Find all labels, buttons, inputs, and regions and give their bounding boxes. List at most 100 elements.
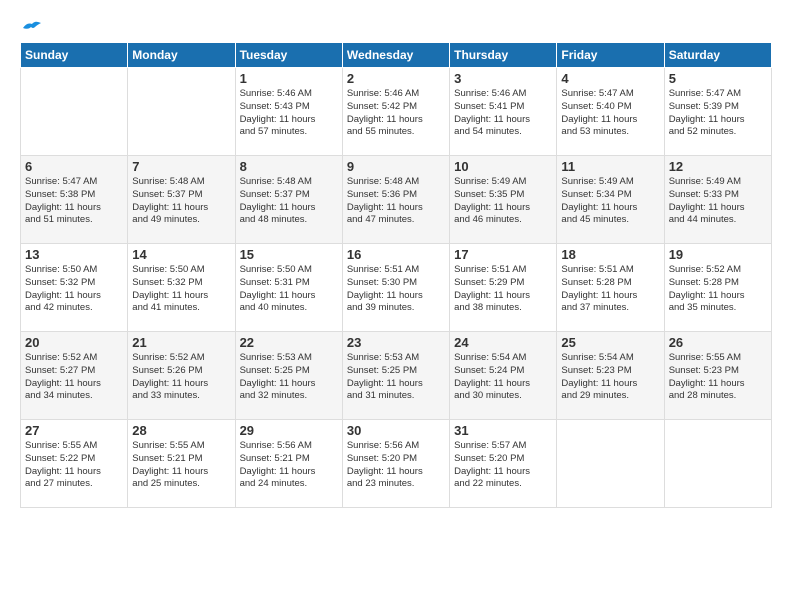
calendar-header-row: SundayMondayTuesdayWednesdayThursdayFrid… — [21, 43, 772, 68]
cell-info: Sunrise: 5:54 AMSunset: 5:24 PMDaylight:… — [454, 352, 552, 403]
calendar-cell: 7 Sunrise: 5:48 AMSunset: 5:37 PMDaylight… — [128, 156, 235, 244]
calendar-cell: 13 Sunrise: 5:50 AMSunset: 5:32 PMDayligh… — [21, 244, 128, 332]
day-number: 3 — [454, 71, 552, 86]
day-number: 31 — [454, 423, 552, 438]
day-number: 7 — [132, 159, 230, 174]
cell-info: Sunrise: 5:47 AMSunset: 5:40 PMDaylight:… — [561, 88, 659, 139]
header — [20, 18, 772, 32]
cell-info: Sunrise: 5:49 AMSunset: 5:33 PMDaylight:… — [669, 176, 767, 227]
calendar-cell: 2 Sunrise: 5:46 AMSunset: 5:42 PMDaylight… — [342, 68, 449, 156]
day-number: 12 — [669, 159, 767, 174]
day-number: 30 — [347, 423, 445, 438]
col-header-sunday: Sunday — [21, 43, 128, 68]
day-number: 22 — [240, 335, 338, 350]
day-number: 21 — [132, 335, 230, 350]
calendar-cell: 14 Sunrise: 5:50 AMSunset: 5:32 PMDayligh… — [128, 244, 235, 332]
cell-info: Sunrise: 5:49 AMSunset: 5:35 PMDaylight:… — [454, 176, 552, 227]
day-number: 15 — [240, 247, 338, 262]
day-number: 28 — [132, 423, 230, 438]
cell-info: Sunrise: 5:47 AMSunset: 5:38 PMDaylight:… — [25, 176, 123, 227]
calendar-cell: 21Sunrise: 5:52 AMSunset: 5:26 PMDayligh… — [128, 332, 235, 420]
cell-info: Sunrise: 5:56 AMSunset: 5:21 PMDaylight:… — [240, 440, 338, 491]
logo — [20, 18, 43, 32]
day-number: 25 — [561, 335, 659, 350]
calendar-cell: 10 Sunrise: 5:49 AMSunset: 5:35 PMDayligh… — [450, 156, 557, 244]
calendar-week-row: 13 Sunrise: 5:50 AMSunset: 5:32 PMDayligh… — [21, 244, 772, 332]
calendar-cell: 3 Sunrise: 5:46 AMSunset: 5:41 PMDaylight… — [450, 68, 557, 156]
calendar-cell: 1 Sunrise: 5:46 AMSunset: 5:43 PMDaylight… — [235, 68, 342, 156]
cell-info: Sunrise: 5:50 AMSunset: 5:32 PMDaylight:… — [132, 264, 230, 315]
day-number: 14 — [132, 247, 230, 262]
day-number: 11 — [561, 159, 659, 174]
day-number: 10 — [454, 159, 552, 174]
day-number: 5 — [669, 71, 767, 86]
col-header-friday: Friday — [557, 43, 664, 68]
day-number: 6 — [25, 159, 123, 174]
calendar: SundayMondayTuesdayWednesdayThursdayFrid… — [20, 42, 772, 508]
cell-info: Sunrise: 5:46 AMSunset: 5:41 PMDaylight:… — [454, 88, 552, 139]
cell-info: Sunrise: 5:50 AMSunset: 5:32 PMDaylight:… — [25, 264, 123, 315]
cell-info: Sunrise: 5:49 AMSunset: 5:34 PMDaylight:… — [561, 176, 659, 227]
col-header-saturday: Saturday — [664, 43, 771, 68]
calendar-week-row: 20 Sunrise: 5:52 AMSunset: 5:27 PMDayligh… — [21, 332, 772, 420]
day-number: 4 — [561, 71, 659, 86]
calendar-cell: 11 Sunrise: 5:49 AMSunset: 5:34 PMDayligh… — [557, 156, 664, 244]
cell-info: Sunrise: 5:54 AMSunset: 5:23 PMDaylight:… — [561, 352, 659, 403]
calendar-cell: 8 Sunrise: 5:48 AMSunset: 5:37 PMDaylight… — [235, 156, 342, 244]
calendar-cell: 23Sunrise: 5:53 AMSunset: 5:25 PMDayligh… — [342, 332, 449, 420]
calendar-cell — [557, 420, 664, 508]
calendar-cell: 31 Sunrise: 5:57 AMSunset: 5:20 PMDayligh… — [450, 420, 557, 508]
cell-info: Sunrise: 5:55 AMSunset: 5:21 PMDaylight:… — [132, 440, 230, 491]
calendar-cell — [128, 68, 235, 156]
cell-info: Sunrise: 5:52 AMSunset: 5:27 PMDaylight:… — [25, 352, 123, 403]
calendar-cell: 17Sunrise: 5:51 AMSunset: 5:29 PMDayligh… — [450, 244, 557, 332]
day-number: 27 — [25, 423, 123, 438]
cell-info: Sunrise: 5:51 AMSunset: 5:29 PMDaylight:… — [454, 264, 552, 315]
page: SundayMondayTuesdayWednesdayThursdayFrid… — [0, 0, 792, 520]
calendar-cell: 30 Sunrise: 5:56 AMSunset: 5:20 PMDayligh… — [342, 420, 449, 508]
day-number: 8 — [240, 159, 338, 174]
day-number: 24 — [454, 335, 552, 350]
col-header-tuesday: Tuesday — [235, 43, 342, 68]
day-number: 1 — [240, 71, 338, 86]
cell-info: Sunrise: 5:46 AMSunset: 5:43 PMDaylight:… — [240, 88, 338, 139]
calendar-cell: 16 Sunrise: 5:51 AMSunset: 5:30 PMDayligh… — [342, 244, 449, 332]
cell-info: Sunrise: 5:56 AMSunset: 5:20 PMDaylight:… — [347, 440, 445, 491]
cell-info: Sunrise: 5:57 AMSunset: 5:20 PMDaylight:… — [454, 440, 552, 491]
calendar-week-row: 27 Sunrise: 5:55 AMSunset: 5:22 PMDayligh… — [21, 420, 772, 508]
calendar-week-row: 1 Sunrise: 5:46 AMSunset: 5:43 PMDaylight… — [21, 68, 772, 156]
cell-info: Sunrise: 5:46 AMSunset: 5:42 PMDaylight:… — [347, 88, 445, 139]
calendar-week-row: 6 Sunrise: 5:47 AMSunset: 5:38 PMDaylight… — [21, 156, 772, 244]
cell-info: Sunrise: 5:51 AMSunset: 5:30 PMDaylight:… — [347, 264, 445, 315]
calendar-cell: 27 Sunrise: 5:55 AMSunset: 5:22 PMDayligh… — [21, 420, 128, 508]
calendar-cell: 5 Sunrise: 5:47 AMSunset: 5:39 PMDaylight… — [664, 68, 771, 156]
day-number: 26 — [669, 335, 767, 350]
col-header-wednesday: Wednesday — [342, 43, 449, 68]
calendar-cell — [664, 420, 771, 508]
day-number: 2 — [347, 71, 445, 86]
cell-info: Sunrise: 5:51 AMSunset: 5:28 PMDaylight:… — [561, 264, 659, 315]
cell-info: Sunrise: 5:55 AMSunset: 5:22 PMDaylight:… — [25, 440, 123, 491]
calendar-cell: 12 Sunrise: 5:49 AMSunset: 5:33 PMDayligh… — [664, 156, 771, 244]
day-number: 16 — [347, 247, 445, 262]
cell-info: Sunrise: 5:48 AMSunset: 5:36 PMDaylight:… — [347, 176, 445, 227]
calendar-cell: 9 Sunrise: 5:48 AMSunset: 5:36 PMDaylight… — [342, 156, 449, 244]
day-number: 13 — [25, 247, 123, 262]
day-number: 9 — [347, 159, 445, 174]
cell-info: Sunrise: 5:55 AMSunset: 5:23 PMDaylight:… — [669, 352, 767, 403]
day-number: 23 — [347, 335, 445, 350]
calendar-cell — [21, 68, 128, 156]
calendar-cell: 6 Sunrise: 5:47 AMSunset: 5:38 PMDaylight… — [21, 156, 128, 244]
calendar-cell: 15 Sunrise: 5:50 AMSunset: 5:31 PMDayligh… — [235, 244, 342, 332]
day-number: 19 — [669, 247, 767, 262]
cell-info: Sunrise: 5:48 AMSunset: 5:37 PMDaylight:… — [240, 176, 338, 227]
cell-info: Sunrise: 5:48 AMSunset: 5:37 PMDaylight:… — [132, 176, 230, 227]
logo-bird-icon — [21, 18, 43, 36]
col-header-thursday: Thursday — [450, 43, 557, 68]
col-header-monday: Monday — [128, 43, 235, 68]
cell-info: Sunrise: 5:47 AMSunset: 5:39 PMDaylight:… — [669, 88, 767, 139]
cell-info: Sunrise: 5:50 AMSunset: 5:31 PMDaylight:… — [240, 264, 338, 315]
day-number: 20 — [25, 335, 123, 350]
calendar-cell: 26 Sunrise: 5:55 AMSunset: 5:23 PMDayligh… — [664, 332, 771, 420]
calendar-cell: 19Sunrise: 5:52 AMSunset: 5:28 PMDayligh… — [664, 244, 771, 332]
